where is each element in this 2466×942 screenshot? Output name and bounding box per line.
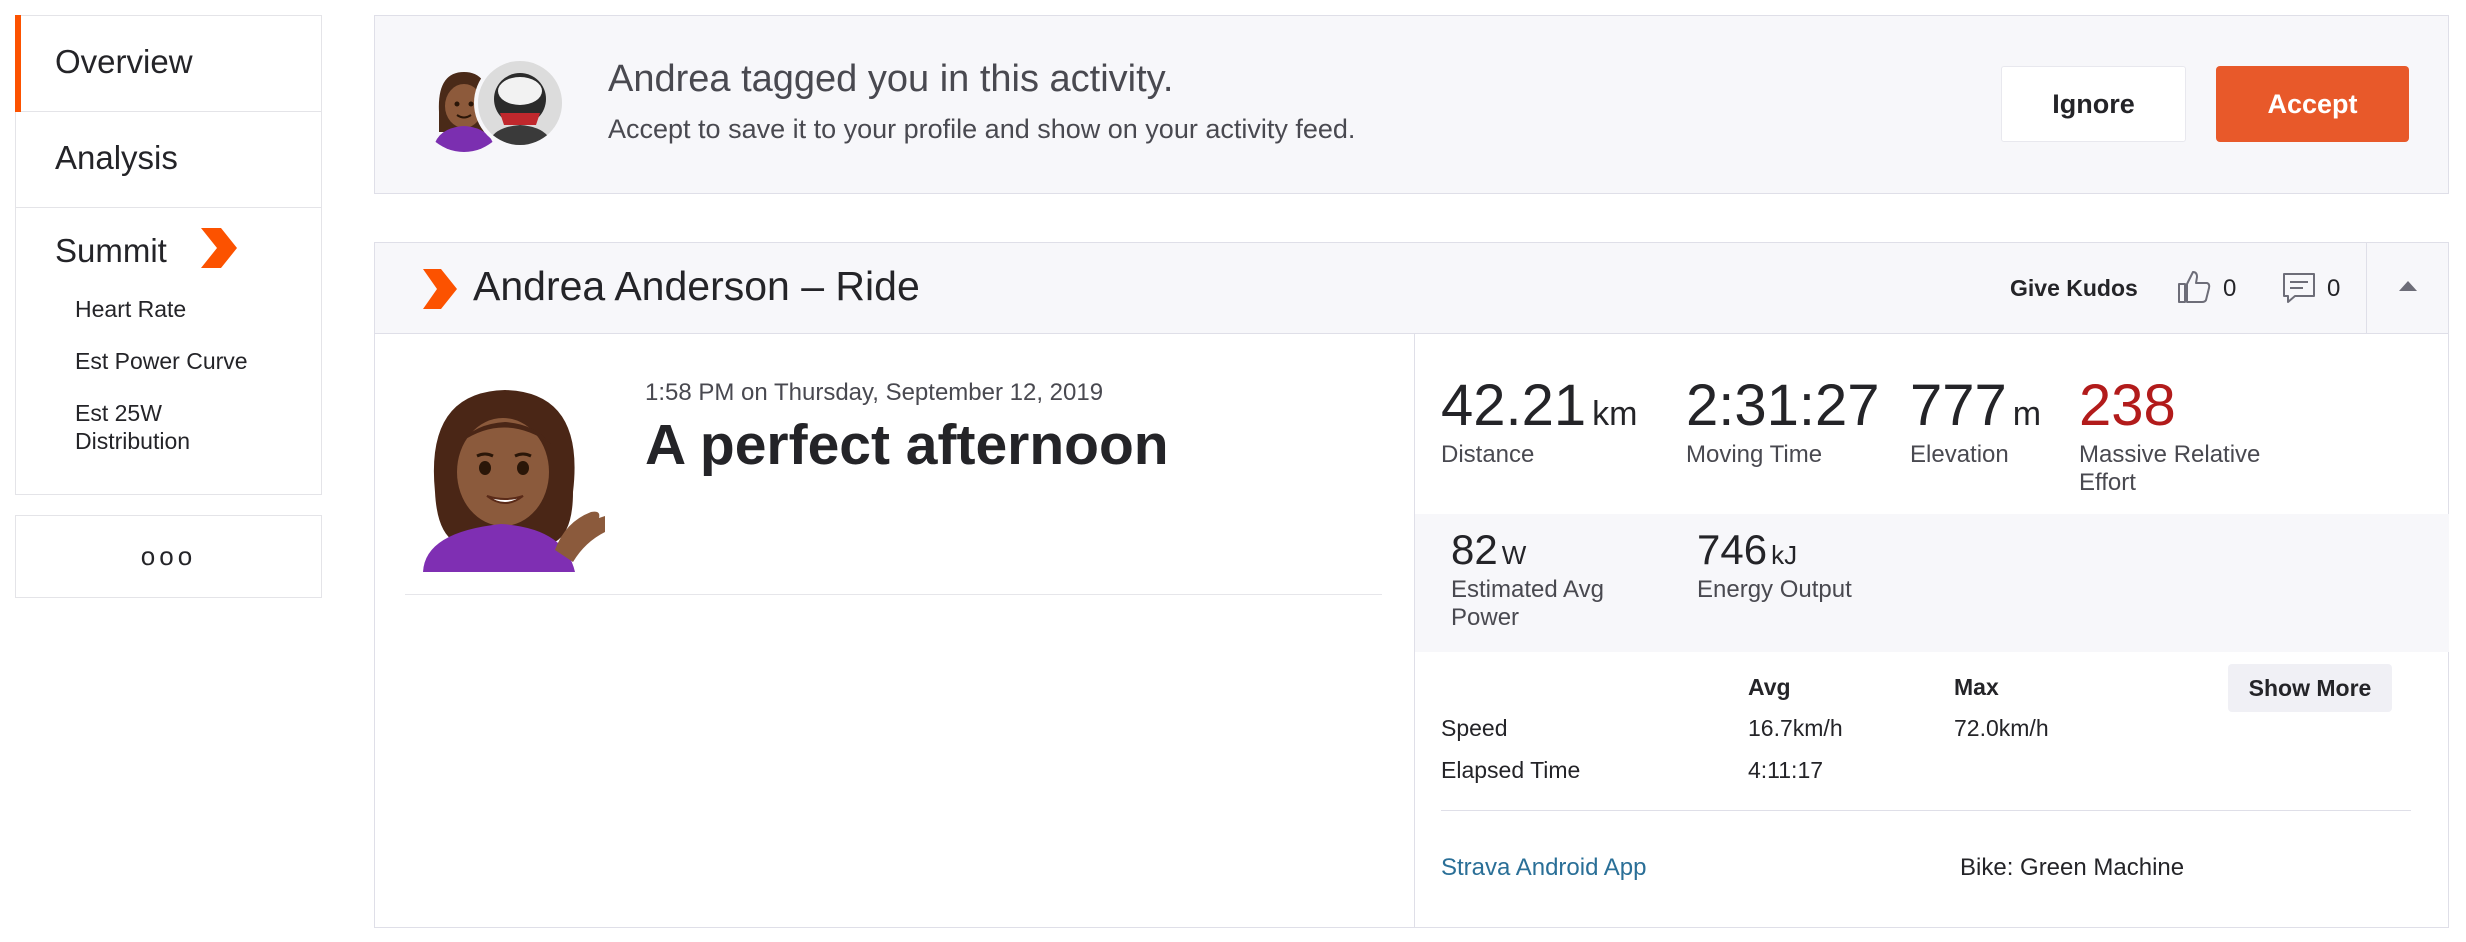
comment-count: 0 [2327, 275, 2341, 302]
power-unit: W [1501, 540, 1527, 570]
table-divider [1441, 810, 2411, 811]
stat-elevation: 777 m Elevation [1910, 372, 2041, 469]
relative-effort-value: 238 [2079, 373, 2176, 438]
comment-icon[interactable] [2281, 270, 2317, 311]
tag-banner-title: Andrea tagged you in this activity. [608, 58, 1174, 100]
energy-label: Energy Output [1697, 576, 1852, 603]
user-avatar [474, 57, 566, 149]
energy-value: 746 [1697, 526, 1768, 573]
secondary-stats: 82 W Estimated Avg Power 746 kJ Energy Out… [1415, 514, 2449, 652]
collapse-caret-icon[interactable] [2399, 281, 2417, 291]
athlete-avatar [405, 372, 605, 572]
elevation-label: Elevation [1910, 441, 2009, 468]
activity-summary-pane: 1:58 PM on Thursday, September 12, 2019 … [375, 334, 1414, 928]
table-header-max: Max [1954, 674, 1999, 700]
sidebar-nav: Overview Analysis Summit Heart Rate Est … [15, 15, 322, 495]
elevation-value: 777 [1910, 373, 2007, 438]
moving-time-value: 2:31:27 [1686, 373, 1880, 438]
device-link[interactable]: Strava Android App [1441, 854, 1646, 882]
sidebar-item-overview[interactable]: Overview [15, 15, 321, 112]
header-divider [2366, 243, 2367, 334]
activity-header-title: Andrea Anderson – Ride [473, 263, 920, 309]
sidebar-item-heart-rate[interactable]: Heart Rate [75, 295, 321, 323]
distance-unit: km [1592, 395, 1638, 433]
activity-card: Andrea Anderson – Ride Give Kudos 0 0 1:… [374, 242, 2449, 928]
sidebar-summit-section: Summit Heart Rate Est Power Curve Est 25… [16, 208, 321, 496]
stat-distance: 42.21 km Distance [1441, 372, 1637, 469]
show-more-button[interactable]: Show More [2228, 664, 2392, 712]
stat-energy-output: 746 kJ Energy Output [1697, 526, 1852, 604]
accept-button[interactable]: Accept [2216, 66, 2409, 142]
elapsed-time-value: 4:11:17 [1748, 757, 1824, 783]
activity-timestamp: 1:58 PM on Thursday, September 12, 2019 [645, 379, 1104, 406]
sidebar-item-est-25w-distribution[interactable]: Est 25W Distribution [75, 399, 225, 455]
speed-label: Speed [1441, 715, 1508, 741]
thumbs-up-icon[interactable] [2175, 268, 2213, 311]
distance-value: 42.21 [1441, 373, 1587, 438]
sidebar-item-summit[interactable]: Summit [55, 232, 167, 270]
elevation-unit: m [2012, 395, 2042, 433]
give-kudos-link[interactable]: Give Kudos [2010, 275, 2138, 302]
activity-name: A perfect afternoon [645, 413, 1169, 477]
table-header-avg: Avg [1748, 674, 1791, 700]
power-label: Estimated Avg Power [1451, 576, 1604, 631]
relative-effort-label: Massive Relative Effort [2079, 441, 2261, 496]
tag-banner-subtitle: Accept to save it to your profile and sh… [608, 114, 1356, 144]
kudos-count: 0 [2223, 275, 2237, 302]
activity-stats-pane: 42.21 km Distance 2:31:27 Moving Time 777… [1414, 334, 2449, 928]
distance-label: Distance [1441, 441, 1535, 468]
more-options-button[interactable]: ooo [15, 515, 322, 598]
summit-chevron-icon [199, 226, 239, 275]
stat-relative-effort[interactable]: 238 Massive Relative Effort [2079, 372, 2289, 497]
stat-moving-time: 2:31:27 Moving Time [1686, 372, 1880, 469]
stat-estimated-power: 82 W Estimated Avg Power [1451, 526, 1641, 632]
elapsed-time-label: Elapsed Time [1441, 757, 1581, 783]
tag-banner: Andrea tagged you in this activity. Acce… [374, 15, 2449, 194]
bike-info: Bike: Green Machine [1960, 854, 2185, 881]
sidebar-item-est-power-curve[interactable]: Est Power Curve [75, 347, 321, 375]
sidebar-item-analysis[interactable]: Analysis [16, 112, 321, 208]
speed-max: 72.0km/h [1954, 715, 2049, 741]
activity-header: Andrea Anderson – Ride Give Kudos 0 0 [375, 243, 2448, 334]
summary-divider [405, 594, 1382, 595]
activity-type-chevron-icon [421, 267, 459, 316]
moving-time-label: Moving Time [1686, 441, 1823, 468]
ignore-button[interactable]: Ignore [2001, 66, 2186, 142]
speed-avg: 16.7km/h [1748, 715, 1843, 741]
energy-unit: kJ [1771, 540, 1798, 570]
power-value: 82 [1451, 526, 1498, 573]
